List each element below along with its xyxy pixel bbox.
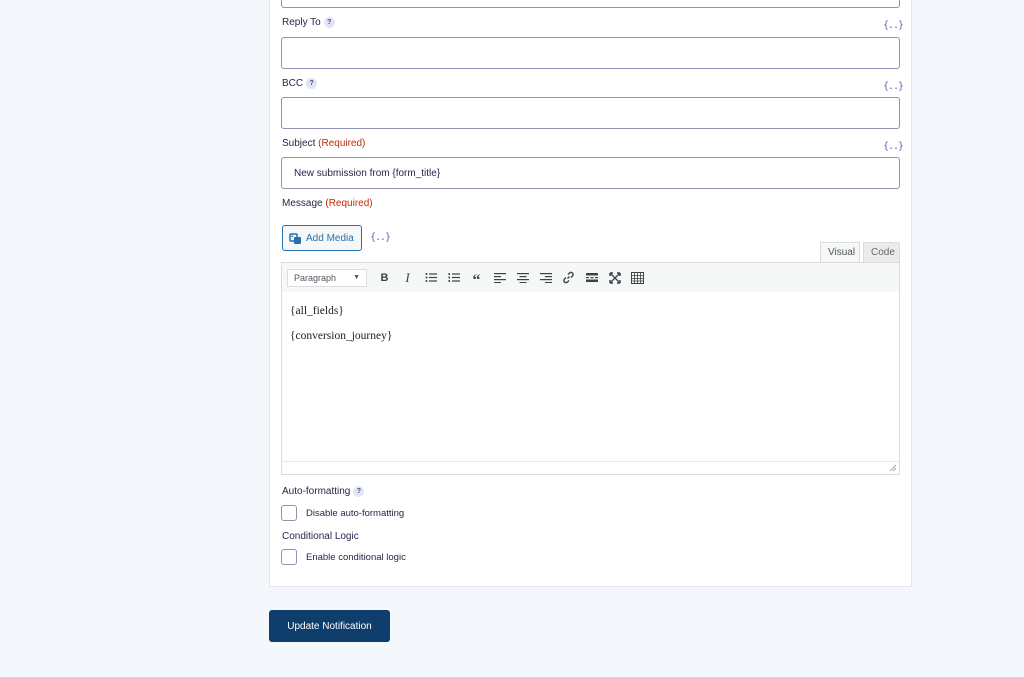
subject-input[interactable]: New submission from {form_title} [281, 157, 900, 189]
editor-status-bar [281, 461, 900, 475]
tab-visual[interactable]: Visual [820, 242, 860, 263]
previous-field-input[interactable] [281, 0, 900, 8]
enable-conditional-logic-checkbox[interactable] [281, 549, 297, 565]
align-right-icon[interactable] [534, 268, 557, 288]
subject-required-marker: (Required) [318, 138, 366, 149]
tab-code[interactable]: Code [863, 242, 900, 263]
message-required-marker: (Required) [325, 198, 373, 209]
subject-merge-tag-icon[interactable]: {..} [883, 141, 904, 152]
add-media-label: Add Media [306, 232, 354, 244]
align-left-icon[interactable] [488, 268, 511, 288]
disable-auto-formatting-label[interactable]: Disable auto-formatting [306, 508, 404, 519]
bcc-merge-tag-icon[interactable]: {..} [883, 81, 904, 92]
resize-handle-icon[interactable] [889, 464, 897, 472]
blockquote-icon[interactable]: “ [465, 268, 488, 289]
numbered-list-icon[interactable] [442, 268, 465, 288]
auto-formatting-help-icon[interactable]: ? [353, 486, 365, 497]
bcc-input[interactable] [281, 97, 900, 129]
italic-icon[interactable]: I [396, 268, 419, 288]
bullet-list-icon[interactable] [419, 268, 442, 288]
format-select-value: Paragraph [294, 272, 337, 283]
enable-conditional-logic-label[interactable]: Enable conditional logic [306, 552, 406, 563]
reply-to-help-icon[interactable]: ? [323, 17, 335, 28]
fullscreen-icon[interactable] [603, 268, 626, 288]
align-center-icon[interactable] [511, 268, 534, 288]
subject-label: Subject (Required) [282, 138, 366, 149]
conditional-logic-label: Conditional Logic [282, 531, 359, 542]
editor-paragraph: {all_fields} [290, 305, 344, 317]
disable-auto-formatting-checkbox[interactable] [281, 505, 297, 521]
reply-to-input[interactable] [281, 37, 900, 69]
add-media-button[interactable]: Add Media [282, 225, 362, 251]
message-editor[interactable]: {all_fields} {conversion_journey} [281, 292, 900, 462]
media-icon [289, 232, 301, 244]
auto-formatting-label: Auto-formatting? [282, 486, 365, 497]
reply-to-label: Reply To? [282, 17, 335, 28]
editor-paragraph: {conversion_journey} [290, 330, 393, 342]
read-more-icon[interactable] [580, 268, 603, 288]
bold-icon[interactable]: B [373, 268, 396, 288]
message-label: Message (Required) [282, 198, 373, 209]
update-notification-button[interactable]: Update Notification [269, 610, 390, 642]
reply-to-merge-tag-icon[interactable]: {..} [883, 20, 904, 31]
link-icon[interactable] [557, 268, 580, 288]
bcc-label: BCC? [282, 78, 318, 89]
toolbar-toggle-icon[interactable] [626, 268, 649, 288]
format-select[interactable]: Paragraph ▼ [287, 268, 367, 287]
editor-toolbar: Paragraph ▼ B I “ [281, 262, 900, 293]
chevron-down-icon: ▼ [353, 274, 360, 281]
message-merge-tag-icon[interactable]: {..} [370, 232, 391, 243]
bcc-help-icon[interactable]: ? [306, 78, 318, 89]
